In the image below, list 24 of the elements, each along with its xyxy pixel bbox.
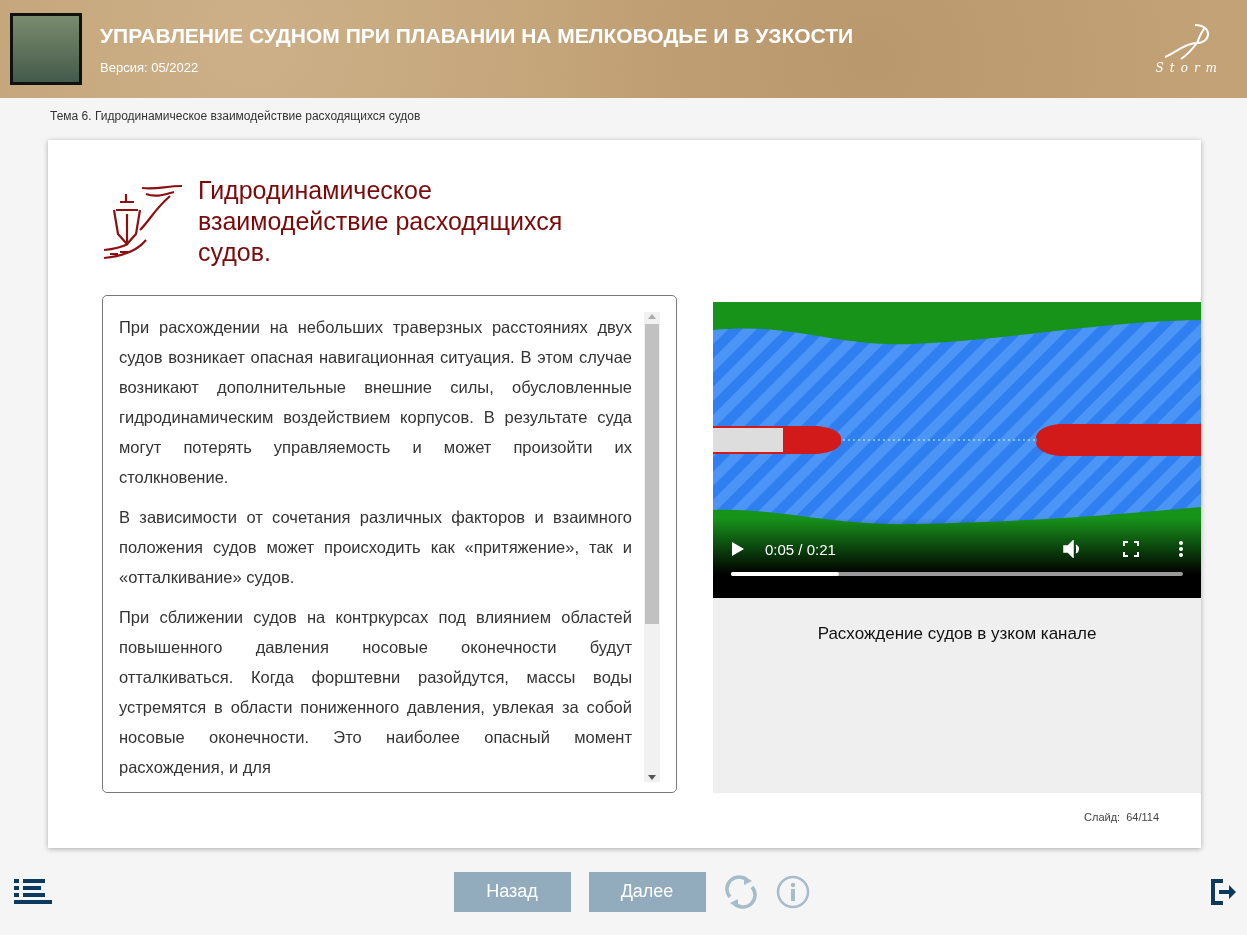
video-player[interactable]: 0:05 / 0:21	[713, 302, 1201, 598]
scrollbar[interactable]	[644, 312, 660, 782]
logo-text: Storm	[1155, 61, 1223, 75]
course-title: УПРАВЛЕНИЕ СУДНОМ ПРИ ПЛАВАНИИ НА МЕЛКОВОДЬЕ И В УЗКОСТИ	[100, 23, 855, 48]
video-caption: Расхождение судов в узком канале	[817, 624, 1097, 644]
more-options-icon[interactable]	[1179, 541, 1183, 557]
play-icon[interactable]	[731, 541, 745, 557]
nav-button[interactable]: Далее	[588, 871, 706, 912]
exit-icon[interactable]	[1211, 878, 1237, 905]
video-time: 0:05 / 0:21	[765, 540, 837, 558]
breadcrumb: Тема 6. Гидродинамическое взаимодействие расходящихся судов	[50, 109, 421, 123]
slide-counter-label: Слайд:	[1084, 811, 1121, 823]
photo-placeholder	[10, 13, 82, 85]
version-label: Версия: 05/2022	[100, 59, 200, 75]
fullscreen-icon[interactable]	[1123, 541, 1139, 557]
slide-counter: 64/114	[1126, 811, 1159, 823]
menu-icon[interactable]	[14, 878, 52, 905]
slide-title: Гидродинамическое взаимодействие расходящихся судов.	[198, 175, 564, 269]
nav-button[interactable]: Назад	[453, 871, 571, 912]
scroll-down-icon[interactable]	[647, 774, 657, 782]
paragraph: При сближении судов на контркурсах под влиянием областей повышенного давления носовые оконечности будут отталкиваться. Когда форштевни разойдутся, массы воды устремятся в области пониженного давления, увлекая за собой носовые оконечности. Это наиболее опасный момент расхождения, и для	[119, 607, 632, 779]
paragraph: При расхождении на небольших траверзных расстояниях двух судов возникает опасная навигационная ситуация. В этом случае возникают дополнительные внешние силы, обусловленные гидродинамическим воздействием корпусов. В результате суда могут потерять управляемость и может произойти их столкновение.	[119, 317, 632, 489]
paragraph: В зависимости от сочетания различных факторов и взаимного положения судов может происходить как «притяжение», так и «отталкивание» судов.	[119, 507, 632, 589]
progress-track[interactable]	[731, 572, 1183, 576]
